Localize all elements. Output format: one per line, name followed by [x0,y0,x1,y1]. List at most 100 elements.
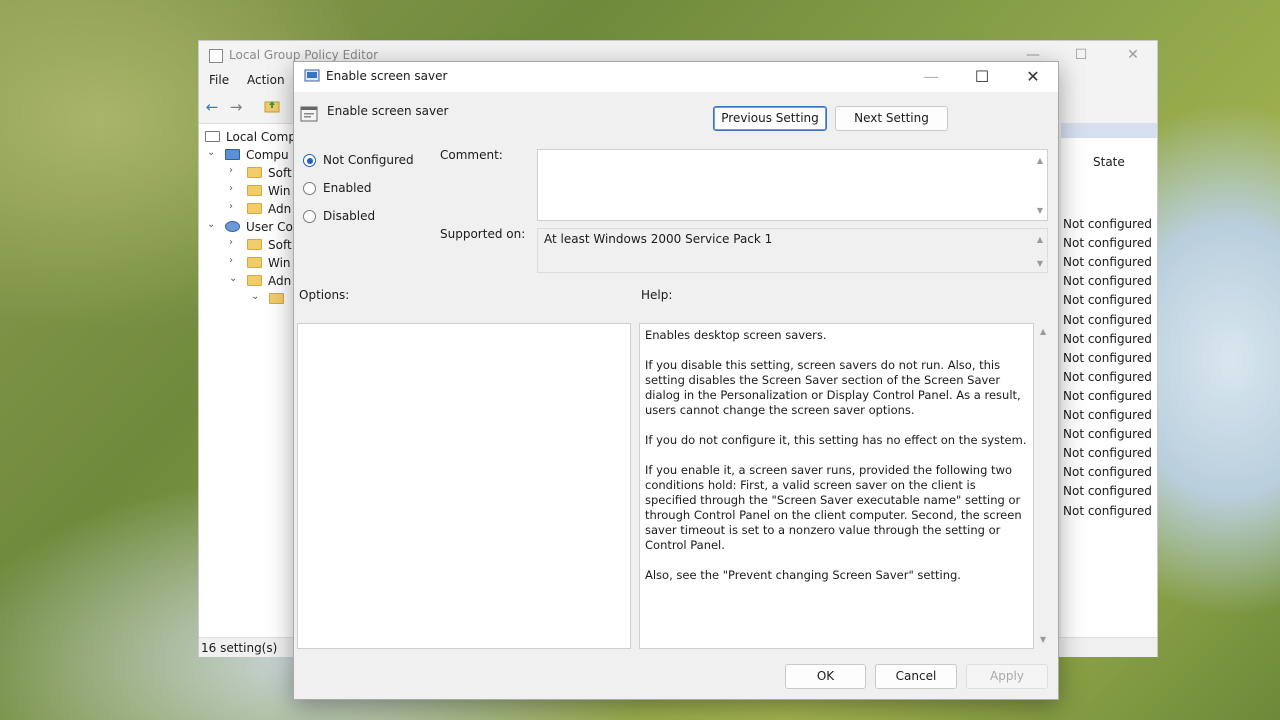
comment-textbox[interactable]: ▲ ▼ [537,149,1048,221]
tree-item[interactable]: ⌄ Compu [199,146,295,164]
help-scroll-up-icon[interactable]: ▲ [1040,327,1054,336]
comment-scroll-down-icon[interactable]: ▼ [1037,206,1043,215]
ok-button[interactable]: OK [785,664,866,689]
chevron-icon[interactable]: › [229,255,233,266]
tree-item[interactable]: Local Comp [199,128,295,146]
folder-icon [247,167,262,178]
doc-icon [205,131,220,142]
options-label: Options: [299,288,350,302]
state-cell: Not configured [1063,408,1152,422]
comment-scroll-up-icon[interactable]: ▲ [1037,156,1043,165]
state-cell: Not configured [1063,350,1152,365]
state-cell: Not configured [1063,274,1152,289]
state-cell: Not configured [1063,217,1152,231]
editor-maximize-icon[interactable]: ☐ [1069,45,1093,65]
state-cell: Not configured [1063,255,1152,270]
state-cell: Not configured [1063,312,1152,327]
dialog-title-bar: Enable screen saver — ☐ ✕ [294,62,1058,92]
dialog-title: Enable screen saver [326,69,448,83]
back-arrow-icon[interactable]: ← [203,99,221,115]
policy-tree[interactable]: Local Comp ⌄ Compu › Soft › Win › Adn ⌄ User Co › So… [199,123,295,637]
editor-close-icon[interactable]: ✕ [1121,45,1145,65]
tree-item-label: Compu [246,148,289,162]
radio-enabled-indicator[interactable] [303,182,316,195]
folder-icon [247,185,262,196]
tree-item-label: Adn [268,202,292,216]
chevron-icon[interactable]: › [229,237,233,248]
chevron-icon[interactable]: › [229,201,233,212]
state-cell: Not configured [1063,369,1152,384]
supported-on-label: Supported on: [440,227,526,241]
chevron-icon[interactable]: › [229,183,233,194]
folder-icon [247,203,262,214]
chevron-icon[interactable]: › [229,165,233,176]
folder-icon [247,275,262,286]
chevron-icon[interactable]: ⌄ [207,147,215,158]
menu-file[interactable]: File [209,73,229,87]
policy-editor-icon [209,49,223,63]
policy-list-state-column: State Not configured Not configured Not co… [1061,123,1157,637]
up-folder-icon[interactable] [263,99,281,115]
menu-action[interactable]: Action [247,73,285,87]
list-selection-strip [1061,123,1157,138]
dialog-close-icon[interactable]: ✕ [1013,64,1053,90]
computer-icon [225,149,240,160]
chevron-icon[interactable]: ⌄ [207,219,215,230]
radio-disabled-indicator[interactable] [303,210,316,223]
options-panel [297,323,631,649]
radio-not-configured-label: Not Configured [323,153,414,167]
policy-setting-icon [304,69,320,82]
radio-not-configured-indicator[interactable] [303,154,316,167]
editor-title: Local Group Policy Editor [229,48,379,62]
help-paragraph: If you do not configure it, this setting… [645,433,1027,447]
folder-icon [247,257,262,268]
state-cell: Not configured [1063,484,1152,499]
tree-item-label: Adn [268,274,292,288]
tree-item[interactable]: ⌄ [199,290,295,308]
settings-count: 16 setting(s) [201,641,278,655]
tree-item-label: Soft [268,166,292,180]
state-cell: Not configured [1063,236,1152,251]
help-scroll-down-icon[interactable]: ▼ [1040,635,1054,644]
tree-item[interactable]: ⌄ Adn [199,272,295,290]
folder-icon [247,239,262,250]
help-label: Help: [641,288,673,302]
previous-setting-button[interactable]: Previous Setting [713,106,827,131]
state-cell: Not configured [1063,331,1152,346]
folder-icon [269,293,284,304]
tree-item[interactable]: › Adn [199,200,295,218]
state-cell: Not configured [1063,427,1152,442]
radio-enabled-label: Enabled [323,181,372,195]
next-setting-button[interactable]: Next Setting [835,106,948,131]
setting-name: Enable screen saver [327,104,449,118]
forward-arrow-icon[interactable]: → [227,99,245,115]
tree-item[interactable]: ⌄ User Co [199,218,295,236]
tree-item[interactable]: › Soft [199,236,295,254]
setting-header-icon [300,106,318,122]
help-paragraph: If you enable it, a screen saver runs, p… [645,463,1022,552]
cancel-button[interactable]: Cancel [875,664,957,689]
enable-screen-saver-dialog: Enable screen saver — ☐ ✕ Enable screen … [293,61,1059,700]
tree-item[interactable]: › Win [199,254,295,272]
state-cell: Not configured [1063,446,1152,461]
tree-item-label: User Co [246,220,293,234]
help-paragraph: Also, see the "Prevent changing Screen S… [645,568,961,582]
supported-scroll-up-icon[interactable]: ▲ [1037,235,1043,244]
tree-item-label: Local Comp [226,130,295,144]
tree-item-label: Win [268,256,291,270]
tree-item[interactable]: › Win [199,182,295,200]
supported-on-box: At least Windows 2000 Service Pack 1 ▲ ▼ [537,228,1048,273]
help-paragraph: If you disable this setting, screen save… [645,358,1021,417]
state-cell: Not configured [1063,465,1152,480]
state-column-header[interactable]: State [1093,155,1125,169]
tree-item[interactable]: › Soft [199,164,295,182]
chevron-icon[interactable]: ⌄ [251,291,259,302]
dialog-minimize-icon: — [923,67,939,86]
supported-on-value: At least Windows 2000 Service Pack 1 [544,232,773,246]
help-paragraph: Enables desktop screen savers. [645,328,827,342]
dialog-maximize-icon[interactable]: ☐ [962,64,1002,90]
chevron-icon[interactable]: ⌄ [229,273,237,284]
state-cell: Not configured [1063,388,1152,403]
state-cell: Not configured [1063,293,1152,308]
supported-scroll-down-icon[interactable]: ▼ [1037,259,1043,268]
